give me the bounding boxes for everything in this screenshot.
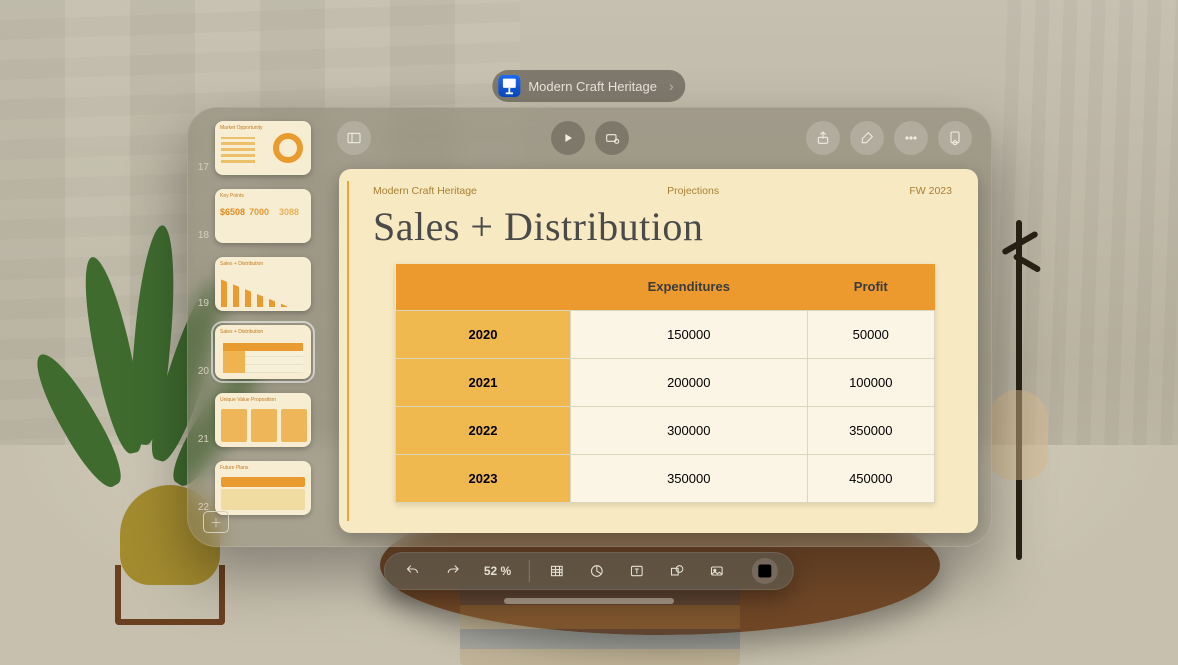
table-row[interactable]: 2023 350000 450000 (396, 454, 935, 502)
play-button[interactable] (551, 121, 585, 155)
thumb-number: 20 (197, 366, 215, 377)
slide-navigator[interactable]: 17 Market Opportunity 18 Key Points $650… (191, 111, 326, 543)
cell-year[interactable]: 2023 (396, 454, 571, 502)
table-header-row: Expenditures Profit (396, 264, 935, 310)
insert-table-button[interactable] (544, 558, 570, 584)
table-row[interactable]: 2020 150000 50000 (396, 310, 935, 358)
cell-profit[interactable]: 50000 (807, 310, 934, 358)
thumbnail-18[interactable]: 18 Key Points $6508 7000 3088 (197, 189, 320, 243)
cell-exp[interactable]: 150000 (571, 310, 808, 358)
data-table[interactable]: Expenditures Profit 2020 150000 50000 20… (395, 264, 935, 503)
thumb-label: Key Points (220, 193, 244, 199)
cell-exp[interactable]: 350000 (571, 454, 808, 502)
cell-year[interactable]: 2020 (396, 310, 571, 358)
col-expenditures: Expenditures (571, 264, 808, 310)
thumbnail-17[interactable]: 17 Market Opportunity (197, 121, 320, 175)
separator (529, 560, 530, 582)
accent-rule (347, 181, 349, 521)
thumb-number: 18 (197, 230, 215, 241)
thumb-label: Sales + Distribution (220, 261, 263, 267)
thumbnail-22[interactable]: 22 Future Plans (197, 461, 320, 515)
thumb-number: 19 (197, 298, 215, 309)
thumb-number: 21 (197, 434, 215, 445)
redo-button[interactable] (440, 558, 466, 584)
cell-year[interactable]: 2021 (396, 358, 571, 406)
slide-title[interactable]: Sales + Distribution (373, 203, 952, 250)
thumb-label: Unique Value Proposition (220, 397, 276, 403)
sidebar-toggle-button[interactable] (337, 121, 371, 155)
meta-right: FW 2023 (909, 185, 952, 197)
cell-exp[interactable]: 300000 (571, 406, 808, 454)
slide-canvas[interactable]: Modern Craft Heritage Projections FW 202… (339, 169, 978, 533)
cell-exp[interactable]: 200000 (571, 358, 808, 406)
meta-center: Projections (667, 185, 719, 197)
cell-profit[interactable]: 350000 (807, 406, 934, 454)
insert-media-button[interactable] (704, 558, 730, 584)
thumbnail-20[interactable]: 20 Sales + Distribution (197, 325, 320, 379)
table-row[interactable]: 2022 300000 350000 (396, 406, 935, 454)
cell-year[interactable]: 2022 (396, 406, 571, 454)
rehearse-button[interactable] (595, 121, 629, 155)
document-title: Modern Craft Heritage (528, 79, 657, 94)
table-row[interactable]: 2021 200000 100000 (396, 358, 935, 406)
col-blank (396, 264, 571, 310)
thumbnail-19[interactable]: 19 Sales + Distribution (197, 257, 320, 311)
add-slide-button[interactable]: ＋ (203, 511, 229, 533)
cell-profit[interactable]: 450000 (807, 454, 934, 502)
document-title-pill[interactable]: Modern Craft Heritage › (492, 70, 685, 102)
bottom-toolbar: 52 % (384, 552, 794, 590)
insert-shape-button[interactable] (664, 558, 690, 584)
thumbnail-21[interactable]: 21 Unique Value Proposition (197, 393, 320, 447)
undo-button[interactable] (400, 558, 426, 584)
thumb-label: Sales + Distribution (220, 329, 263, 335)
format-brush-button[interactable] (850, 121, 884, 155)
thumb-label: Future Plans (220, 465, 248, 471)
thumb-number: 17 (197, 162, 215, 173)
document-settings-button[interactable] (938, 121, 972, 155)
zoom-level[interactable]: 52 % (480, 564, 515, 578)
cell-profit[interactable]: 100000 (807, 358, 934, 406)
share-button[interactable] (806, 121, 840, 155)
chevron-right-icon: › (669, 78, 674, 94)
expand-button[interactable] (752, 558, 778, 584)
meta-left: Modern Craft Heritage (373, 185, 477, 197)
col-profit: Profit (807, 264, 934, 310)
insert-text-button[interactable] (624, 558, 650, 584)
home-indicator[interactable] (504, 598, 674, 604)
keynote-window: 17 Market Opportunity 18 Key Points $650… (187, 107, 992, 547)
more-button[interactable] (894, 121, 928, 155)
thumb-label: Market Opportunity (220, 125, 263, 131)
keynote-app-icon (498, 75, 520, 97)
insert-chart-button[interactable] (584, 558, 610, 584)
